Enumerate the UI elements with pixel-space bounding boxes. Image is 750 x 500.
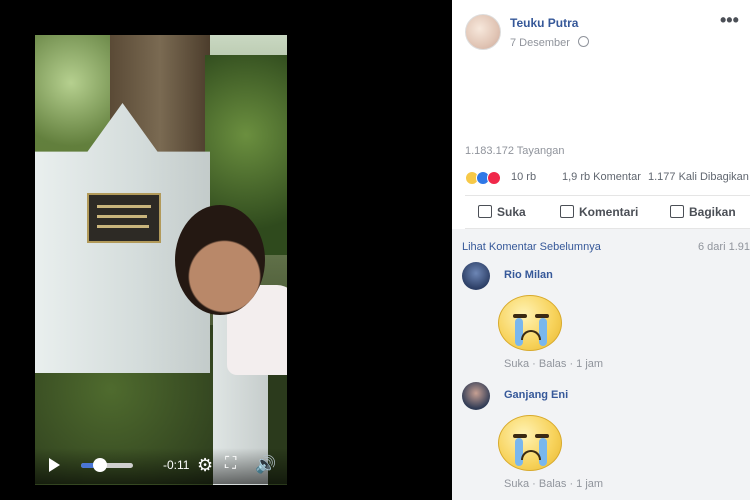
reactions-summary: 10 rb 1,9 rb Komentar 1.177 Kali Dibagik…	[452, 168, 750, 190]
sticker-tear	[539, 318, 547, 346]
reaction-count[interactable]: 10 rb	[511, 171, 536, 183]
facebook-video-viewer: -0:11 ⚙ ⛶ 🔊 Teuku Putra 7 Desember ••• 1…	[0, 0, 750, 500]
comments-pager: 6 dari 1.91	[698, 241, 750, 253]
plaque-line	[97, 205, 151, 208]
volume-slider[interactable]	[81, 463, 133, 468]
globe-icon	[578, 36, 589, 47]
view-previous-comments-link[interactable]: Lihat Komentar Sebelumnya	[462, 241, 601, 253]
view-count: 1.183.172 Tayangan	[465, 145, 565, 157]
video-plaque	[87, 193, 161, 243]
post-sidebar: Teuku Putra 7 Desember ••• 1.183.172 Tay…	[452, 0, 750, 500]
comment-label: Komentari	[579, 205, 639, 219]
expand-icon[interactable]: ⛶	[225, 455, 236, 473]
plaque-line	[97, 215, 147, 218]
comment-author[interactable]: Rio Milan	[504, 269, 553, 281]
avatar[interactable]	[465, 14, 501, 50]
post-date[interactable]: 7 Desember	[510, 37, 570, 49]
comments-section: Lihat Komentar Sebelumnya 6 dari 1.91 Ri…	[452, 229, 750, 500]
comment-reply-link[interactable]: Balas	[539, 358, 567, 370]
video-player[interactable]	[35, 35, 287, 485]
post-header: Teuku Putra 7 Desember •••	[452, 0, 750, 70]
comment-meta: Suka · Balas · 1 jam	[504, 478, 604, 490]
comment-time[interactable]: 1 jam	[576, 478, 603, 490]
comment-time[interactable]: 1 jam	[576, 358, 603, 370]
share-icon	[670, 205, 684, 218]
comment-author[interactable]: Ganjang Eni	[504, 389, 568, 401]
comment-button[interactable]: Komentari	[560, 205, 638, 219]
shares-count[interactable]: 1.177 Kali Dibagikan	[648, 171, 749, 183]
comment-meta: Suka · Balas · 1 jam	[504, 358, 604, 370]
gear-icon[interactable]: ⚙	[197, 455, 213, 476]
play-icon[interactable]	[49, 458, 60, 472]
action-bar: Suka Komentari Bagikan	[465, 195, 750, 229]
crying-sticker	[498, 415, 562, 471]
comments-count[interactable]: 1,9 rb Komentar	[562, 171, 641, 183]
thumbs-up-icon	[478, 205, 492, 218]
sticker-mouth	[521, 450, 541, 460]
share-label: Bagikan	[689, 205, 736, 219]
comment-like-link[interactable]: Suka	[504, 358, 529, 370]
like-button[interactable]: Suka	[478, 205, 526, 219]
sticker-tear	[515, 318, 523, 346]
sticker-tear	[515, 438, 523, 466]
comment-item: Ganjang Eni Suka · Balas · 1 jam	[452, 382, 750, 500]
love-reaction-icon[interactable]	[487, 171, 501, 185]
speaker-icon[interactable]: 🔊	[255, 455, 276, 475]
more-icon[interactable]: •••	[720, 10, 739, 31]
plaque-line	[97, 225, 149, 228]
avatar[interactable]	[462, 382, 490, 410]
time-remaining: -0:11	[163, 458, 190, 472]
post-author[interactable]: Teuku Putra	[510, 16, 578, 30]
like-label: Suka	[497, 205, 526, 219]
comment-like-link[interactable]: Suka	[504, 478, 529, 490]
video-controls: -0:11 ⚙ ⛶ 🔊	[35, 448, 287, 484]
avatar[interactable]	[462, 262, 490, 290]
sticker-tear	[539, 438, 547, 466]
volume-knob[interactable]	[93, 458, 107, 472]
share-button[interactable]: Bagikan	[670, 205, 736, 219]
video-child-head	[175, 205, 265, 315]
comment-reply-link[interactable]: Balas	[539, 478, 567, 490]
comment-icon	[560, 205, 574, 218]
video-pane: -0:11 ⚙ ⛶ 🔊	[0, 0, 452, 500]
comment-item: Rio Milan Suka · Balas · 1 jam	[452, 262, 750, 382]
crying-sticker	[498, 295, 562, 351]
sticker-mouth	[521, 330, 541, 340]
